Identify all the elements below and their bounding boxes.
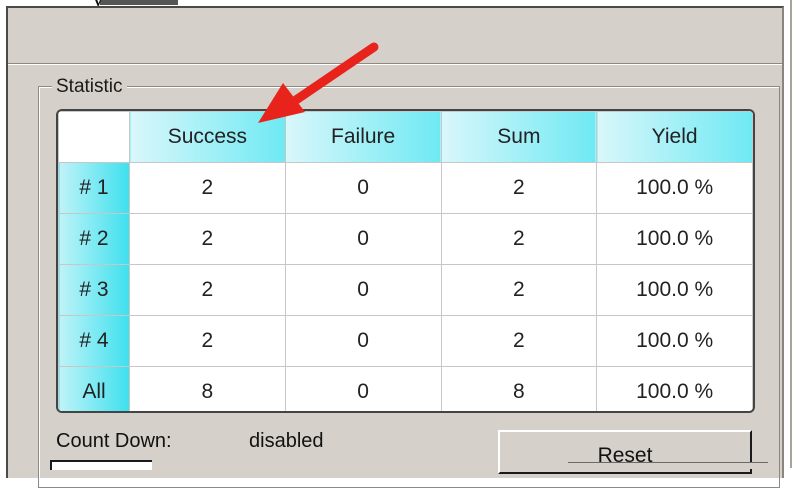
cell-failure: 0 — [284, 162, 442, 214]
cell-failure-total: 0 — [284, 366, 442, 411]
header-row: Success Failure Sum Yield — [58, 111, 753, 163]
cell-success: 2 — [129, 264, 286, 316]
window-right-edge — [790, 0, 792, 468]
cell-failure: 0 — [284, 213, 442, 265]
table-row: # 2 2 0 2 100.0 % — [58, 213, 753, 265]
statistics-grid: Success Failure Sum Yield # 1 2 0 2 100.… — [56, 109, 755, 413]
table-row-total: All 8 0 8 100.0 % — [58, 366, 753, 411]
top-separator — [8, 63, 782, 65]
column-header-sum[interactable]: Sum — [440, 111, 598, 163]
countdown-value: disabled — [249, 430, 324, 452]
cell-yield: 100.0 % — [596, 213, 753, 265]
statistics-table: Success Failure Sum Yield # 1 2 0 2 100.… — [58, 111, 753, 411]
cell-yield: 100.0 % — [596, 315, 753, 367]
column-header-failure[interactable]: Failure — [284, 111, 442, 163]
table-row: # 3 2 0 2 100.0 % — [58, 264, 753, 316]
row-header-3[interactable]: # 3 — [58, 264, 130, 316]
cell-success: 2 — [129, 315, 286, 367]
cell-sum: 2 — [440, 264, 598, 316]
cell-success: 2 — [129, 213, 286, 265]
cell-sum: 2 — [440, 315, 598, 367]
table-row: # 1 2 0 2 100.0 % — [58, 162, 753, 214]
row-header-2[interactable]: # 2 — [58, 213, 130, 265]
row-header-all[interactable]: All — [58, 366, 130, 411]
cell-success-total: 8 — [129, 366, 286, 411]
cell-success: 2 — [129, 162, 286, 214]
cell-sum-total: 8 — [440, 366, 598, 411]
countdown-label: Count Down: — [56, 430, 172, 452]
row-header-4[interactable]: # 4 — [58, 315, 130, 367]
cell-yield: 100.0 % — [596, 264, 753, 316]
cell-failure: 0 — [284, 264, 442, 316]
cell-sum: 2 — [440, 213, 598, 265]
row-header-1[interactable]: # 1 — [58, 162, 130, 214]
statistic-group-title: Statistic — [52, 76, 127, 98]
grid-corner-cell — [58, 111, 130, 163]
cell-sum: 2 — [440, 162, 598, 214]
column-header-yield[interactable]: Yield — [596, 111, 753, 163]
cell-yield-total: 100.0 % — [596, 366, 753, 411]
bottom-input-box[interactable] — [50, 460, 152, 470]
top-fragment-bar — [100, 0, 178, 5]
column-header-success[interactable]: Success — [129, 111, 286, 163]
table-row: # 4 2 0 2 100.0 % — [58, 315, 753, 367]
cell-yield: 100.0 % — [596, 162, 753, 214]
cell-failure: 0 — [284, 315, 442, 367]
